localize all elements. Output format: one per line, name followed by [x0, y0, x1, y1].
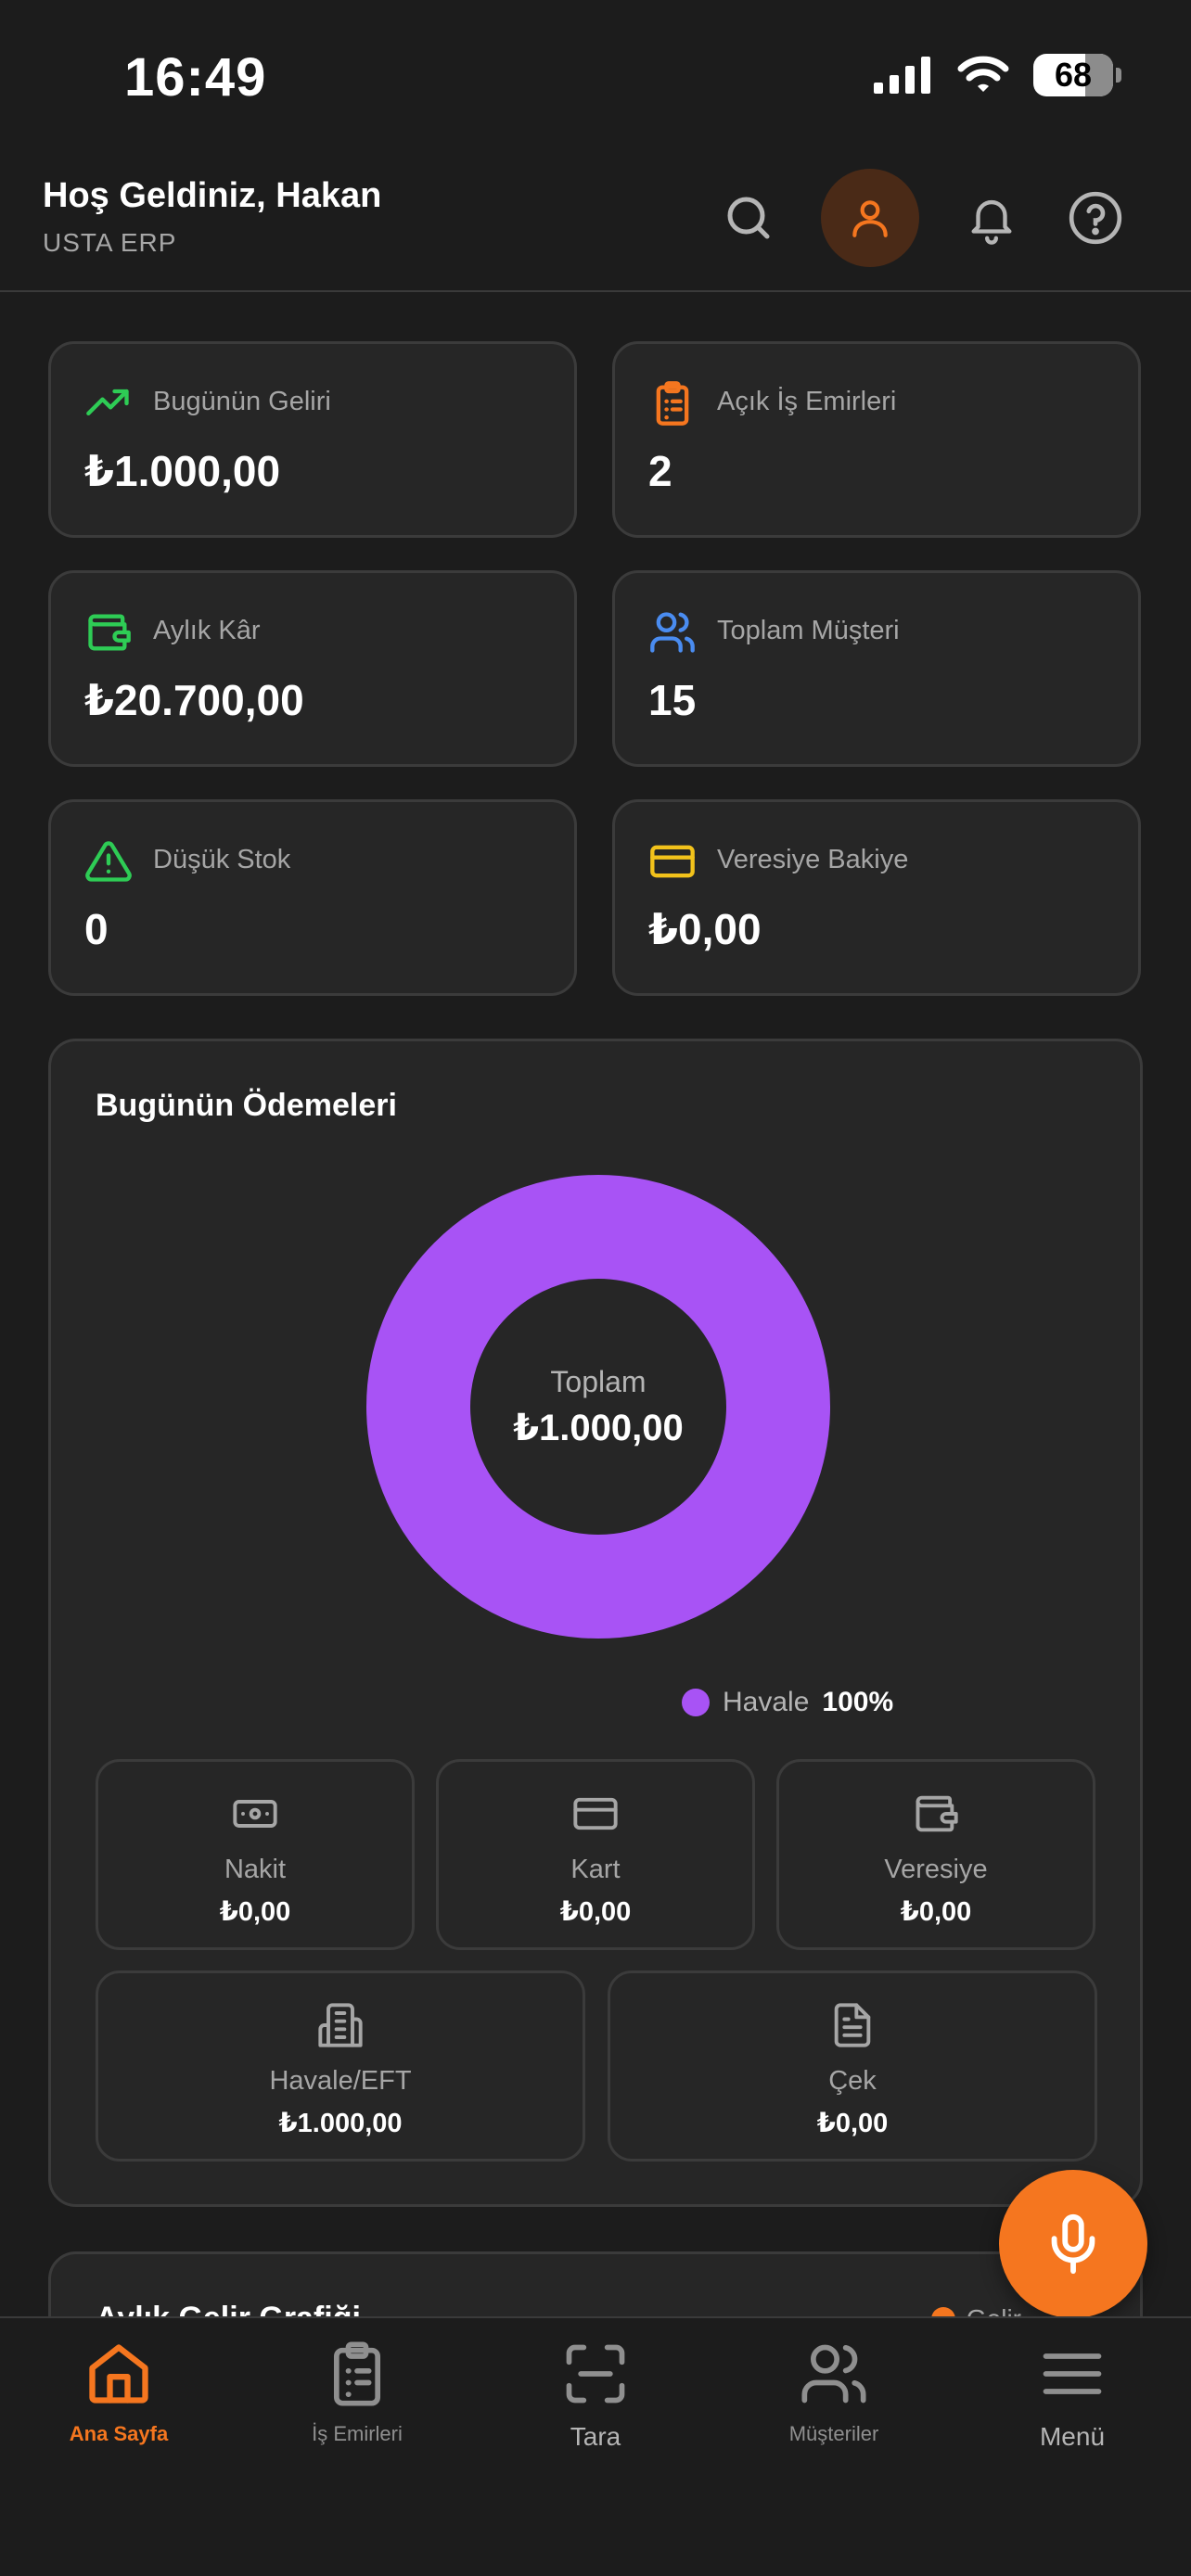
nav-item-work-orders[interactable]: İş Emirleri [255, 2339, 459, 2446]
payment-method-value: ₺1.000,00 [278, 2109, 403, 2138]
todays-payments-card: Bugünün Ödemeleri Toplam ₺1.000,00 Haval… [48, 1039, 1143, 2207]
stat-label: Aylık Kâr [153, 616, 261, 645]
chart-legend: Havale 100% [682, 1687, 893, 1718]
scan-icon [566, 2344, 625, 2404]
wallet-icon [916, 1795, 958, 1832]
document-icon [834, 2003, 871, 2047]
stat-card-total-customers[interactable]: Toplam Müşteri 15 [612, 570, 1141, 767]
stat-label: Toplam Müşteri [717, 616, 900, 645]
search-button[interactable] [699, 169, 798, 267]
nav-label: Menü [1039, 2422, 1106, 2451]
nav-item-scan[interactable]: Tara [493, 2339, 698, 2452]
stat-label: Düşük Stok [153, 845, 291, 874]
alert-triangle-icon [85, 841, 132, 882]
stat-card-todays-income[interactable]: Bugünün Geliri ₺1.000,00 [48, 341, 577, 538]
stat-value: ₺20.700,00 [84, 676, 304, 724]
status-icons: 68 [874, 54, 1121, 96]
wallet-icon [88, 614, 131, 651]
payment-method-value: ₺0,00 [559, 1897, 632, 1927]
payment-method-label: Kart [570, 1855, 621, 1884]
voice-input-button[interactable] [999, 2170, 1147, 2318]
stat-value: 15 [648, 676, 697, 724]
battery-icon: 68 [1033, 54, 1121, 96]
bank-building-icon [318, 2003, 363, 2047]
stat-label: Bugünün Geliri [153, 387, 331, 416]
payment-method-value: ₺0,00 [816, 2109, 889, 2138]
stat-card-open-work-orders[interactable]: Açık İş Emirleri 2 [612, 341, 1141, 538]
stat-value: 2 [648, 447, 672, 495]
nav-item-customers[interactable]: Müşteriler [732, 2339, 936, 2446]
help-circle-icon [1069, 191, 1122, 245]
notifications-button[interactable] [942, 169, 1041, 267]
help-button[interactable] [1046, 169, 1145, 267]
nav-item-menu[interactable]: Menü [970, 2339, 1174, 2452]
clipboard-icon [333, 2341, 381, 2406]
donut-total-value: ₺1.000,00 [513, 1407, 684, 1448]
legend-dot [682, 1689, 710, 1716]
payment-method-label: Nakit [224, 1855, 287, 1884]
payment-method-cash[interactable]: Nakit ₺0,00 [96, 1759, 415, 1950]
stat-value: 0 [84, 905, 109, 953]
user-icon [852, 200, 888, 237]
battery-level: 68 [1054, 56, 1093, 94]
trending-up-icon [86, 389, 129, 415]
users-icon [650, 612, 695, 653]
bell-icon [971, 199, 1012, 245]
donut-center: Toplam ₺1.000,00 [365, 1173, 832, 1640]
stat-card-credit-balance[interactable]: Veresiye Bakiye ₺0,00 [612, 799, 1141, 996]
profile-button[interactable] [821, 169, 919, 267]
company-name: USTA ERP [43, 228, 177, 257]
payment-method-label: Veresiye [884, 1855, 988, 1884]
payment-method-card[interactable]: Kart ₺0,00 [436, 1759, 755, 1950]
users-icon [801, 2344, 866, 2404]
search-icon [727, 197, 770, 239]
home-icon [89, 2344, 148, 2404]
stat-card-low-stock[interactable]: Düşük Stok 0 [48, 799, 577, 996]
stat-label: Veresiye Bakiye [717, 845, 909, 874]
payment-method-label: Havale/EFT [269, 2066, 412, 2096]
payment-method-credit[interactable]: Veresiye ₺0,00 [776, 1759, 1095, 1950]
payment-method-value: ₺0,00 [900, 1897, 972, 1927]
bottom-navigation: Ana Sayfa İş Emirleri Tara Müşteriler Me… [0, 2316, 1191, 2576]
nav-label: İş Emirleri [312, 2422, 403, 2445]
menu-icon [1043, 2353, 1102, 2394]
payment-method-transfer[interactable]: Havale/EFT ₺1.000,00 [96, 1970, 585, 2162]
status-time: 16:49 [124, 47, 267, 108]
stat-label: Açık İş Emirleri [717, 387, 897, 416]
payment-method-value: ₺0,00 [219, 1897, 291, 1927]
nav-label: Tara [570, 2422, 621, 2451]
nav-label: Ana Sayfa [69, 2422, 169, 2445]
app-header: Hoş Geldiniz, Hakan USTA ERP [0, 158, 1191, 292]
banknote-icon [233, 1800, 277, 1828]
status-bar: 16:49 68 [0, 0, 1191, 158]
payment-method-label: Çek [828, 2066, 877, 2096]
nav-label: Müşteriler [788, 2422, 879, 2445]
legend-label: Havale [723, 1687, 810, 1717]
credit-card-icon [573, 1797, 618, 1830]
legend-percent: 100% [822, 1687, 894, 1717]
payment-method-check[interactable]: Çek ₺0,00 [608, 1970, 1097, 2162]
greeting-title: Hoş Geldiniz, Hakan [43, 176, 382, 215]
clipboard-list-icon [656, 381, 689, 426]
nav-item-home[interactable]: Ana Sayfa [17, 2339, 221, 2446]
stat-value: ₺1.000,00 [84, 447, 281, 495]
credit-card-icon [650, 845, 695, 878]
signal-icon [874, 57, 930, 94]
microphone-icon [1051, 2213, 1095, 2275]
donut-total-label: Toplam [550, 1364, 647, 1398]
payments-title: Bugünün Ödemeleri [96, 1088, 397, 1123]
wifi-icon [957, 56, 1009, 92]
stat-value: ₺0,00 [648, 905, 762, 953]
stat-card-monthly-profit[interactable]: Aylık Kâr ₺20.700,00 [48, 570, 577, 767]
